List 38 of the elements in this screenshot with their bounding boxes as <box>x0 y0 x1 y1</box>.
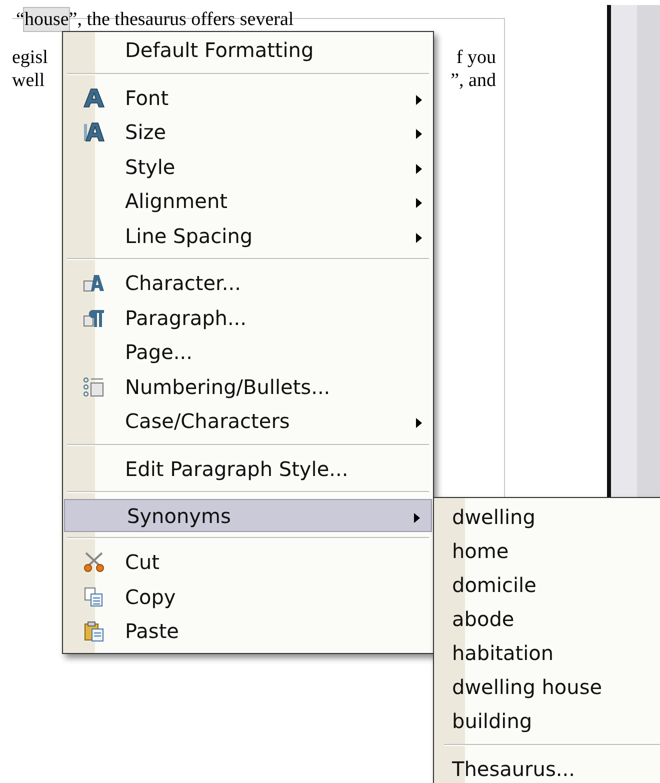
document-text: egisl <box>12 46 48 69</box>
menu-item[interactable]: home <box>434 534 660 568</box>
menu-item[interactable]: Thesaurus... <box>434 752 660 783</box>
font-icon <box>83 86 105 109</box>
selected-word: house <box>24 8 69 31</box>
menu-item[interactable]: building <box>434 704 660 738</box>
menu-item[interactable]: domicile <box>434 568 660 602</box>
menu-item[interactable]: Edit Paragraph Style... <box>63 452 433 486</box>
menu-item[interactable]: Numbering/Bullets... <box>63 370 433 404</box>
menu-item[interactable]: dwelling <box>434 500 660 534</box>
menu-item[interactable]: Copy <box>63 580 433 614</box>
character-icon <box>83 272 105 294</box>
document-text: ”, the thesaurus offers several <box>68 8 294 31</box>
menu-item[interactable]: habitation <box>434 636 660 670</box>
menu-item[interactable]: Alignment <box>63 184 433 218</box>
document-text: f you <box>456 46 496 69</box>
document-text: “ <box>16 8 24 31</box>
menu-item[interactable]: Line Spacing <box>63 218 433 253</box>
menu-item[interactable]: Case/Characters <box>63 404 433 438</box>
paste-icon <box>83 620 105 642</box>
menu-item[interactable]: Size <box>63 115 433 150</box>
menu-item[interactable]: Paste <box>63 614 433 648</box>
menu-item[interactable]: Character... <box>63 266 433 300</box>
menu-item[interactable]: Default Formatting <box>63 33 433 68</box>
menu-item[interactable]: Paragraph... <box>63 300 433 335</box>
font-size-icon <box>83 121 105 144</box>
menu-item[interactable]: Synonyms <box>64 499 432 532</box>
copy-icon <box>83 586 105 608</box>
menu-item[interactable]: Font <box>63 80 433 115</box>
menu-item[interactable]: abode <box>434 602 660 636</box>
numbering-icon <box>83 376 105 398</box>
menu-item[interactable]: Cut <box>63 545 433 580</box>
document-text: ”, and <box>450 69 496 92</box>
menu-item[interactable]: Style <box>63 150 433 184</box>
menu-item[interactable]: dwelling house <box>434 670 660 704</box>
document-text: well <box>12 69 45 92</box>
menu-item[interactable]: Page... <box>63 335 433 370</box>
scissors-icon <box>83 551 105 574</box>
